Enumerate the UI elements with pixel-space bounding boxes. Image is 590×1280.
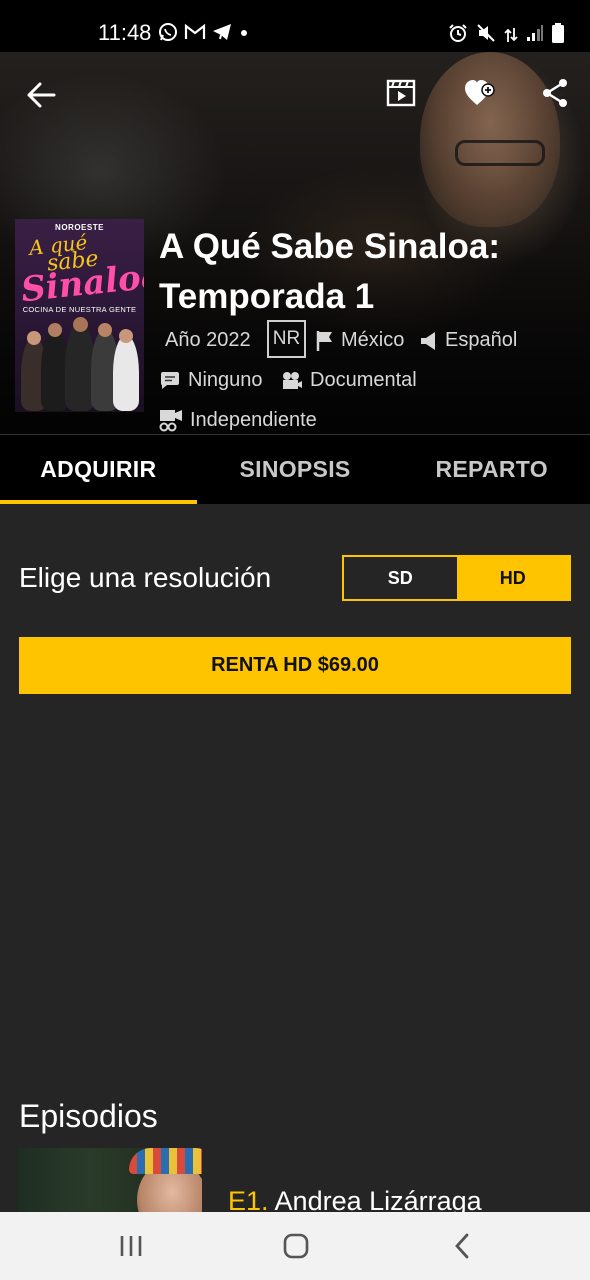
trailer-icon bbox=[386, 79, 416, 107]
meta-subtitles-text: Ninguno bbox=[188, 369, 263, 391]
meta-studio: Independiente bbox=[159, 408, 317, 432]
page-title: A Qué Sabe Sinaloa: Temporada 1 bbox=[159, 222, 579, 322]
back-button[interactable] bbox=[22, 76, 60, 114]
title-line1: A Qué Sabe Sinaloa: bbox=[159, 227, 501, 266]
film-projector-icon bbox=[283, 371, 302, 389]
battery-icon bbox=[552, 23, 564, 48]
telegram-icon bbox=[212, 23, 232, 46]
episodes-heading: Episodios bbox=[19, 1098, 158, 1134]
meta-country: México bbox=[316, 329, 404, 352]
system-nav-bar bbox=[0, 1212, 590, 1280]
mute-icon bbox=[476, 23, 496, 48]
gmail-icon bbox=[184, 23, 206, 46]
meta-country-text: México bbox=[341, 329, 405, 351]
data-arrows-icon bbox=[504, 22, 518, 49]
home-button[interactable] bbox=[276, 1232, 316, 1260]
recents-button[interactable] bbox=[111, 1232, 151, 1260]
trailer-button[interactable] bbox=[384, 76, 418, 110]
add-favorite-button[interactable] bbox=[462, 76, 498, 110]
tab-adquirir[interactable]: ADQUIRIR bbox=[0, 435, 197, 504]
back-arrow-icon bbox=[27, 82, 56, 108]
video-camera-icon bbox=[159, 410, 182, 432]
alarm-icon bbox=[448, 23, 468, 48]
resolution-option-sd[interactable]: SD bbox=[344, 557, 457, 599]
meta-language-text: Español bbox=[445, 329, 518, 351]
speaker-icon bbox=[421, 331, 435, 350]
share-icon bbox=[543, 79, 567, 107]
status-notification-icons bbox=[158, 22, 250, 47]
meta-language: Español bbox=[420, 329, 517, 352]
tab-sinopsis[interactable]: SINOPSIS bbox=[197, 435, 394, 504]
system-back-button[interactable] bbox=[442, 1232, 482, 1260]
poster-cast-photo bbox=[19, 317, 140, 411]
home-icon bbox=[283, 1233, 309, 1259]
status-bar: 11:48 bbox=[0, 0, 590, 52]
recents-icon bbox=[120, 1236, 142, 1256]
share-button[interactable] bbox=[540, 76, 570, 110]
chevron-left-icon bbox=[455, 1233, 469, 1259]
flag-icon bbox=[316, 330, 332, 351]
poster-subtitle: COCINA DE NUESTRA GENTE bbox=[22, 305, 137, 314]
meta-subtitles: Ninguno bbox=[159, 369, 263, 392]
meta-year-text: Año 2022 bbox=[165, 329, 251, 351]
poster-title-line3: Sinaloa bbox=[19, 255, 144, 311]
subtitles-chat-icon bbox=[161, 371, 179, 389]
tab-reparto[interactable]: REPARTO bbox=[393, 435, 590, 504]
favorite-add-icon bbox=[465, 80, 495, 105]
tab-bar: ADQUIRIR SINOPSIS REPARTO bbox=[0, 434, 590, 504]
resolution-label: Elige una resolución bbox=[19, 562, 272, 593]
meta-genre-text: Documental bbox=[310, 369, 417, 391]
title-line2: Temporada 1 bbox=[159, 277, 375, 316]
episode-thumbnail[interactable] bbox=[17, 1148, 202, 1218]
dot-icon bbox=[238, 26, 250, 44]
rent-button[interactable]: RENTA HD $69.00 bbox=[19, 637, 571, 694]
whatsapp-icon bbox=[158, 22, 178, 47]
meta-studio-text: Independiente bbox=[190, 408, 317, 431]
title-poster: NOROESTE A qué sabe Sinaloa COCINA DE NU… bbox=[15, 219, 144, 412]
meta-year: Año 2022 bbox=[165, 329, 251, 352]
signal-icon bbox=[526, 24, 544, 47]
rating-badge: NR bbox=[267, 320, 306, 358]
meta-genre: Documental bbox=[281, 369, 417, 392]
resolution-option-hd[interactable]: HD bbox=[456, 557, 569, 599]
status-time: 11:48 bbox=[98, 20, 152, 45]
status-system-icons bbox=[448, 22, 564, 49]
resolution-toggle: SD HD bbox=[342, 555, 571, 601]
